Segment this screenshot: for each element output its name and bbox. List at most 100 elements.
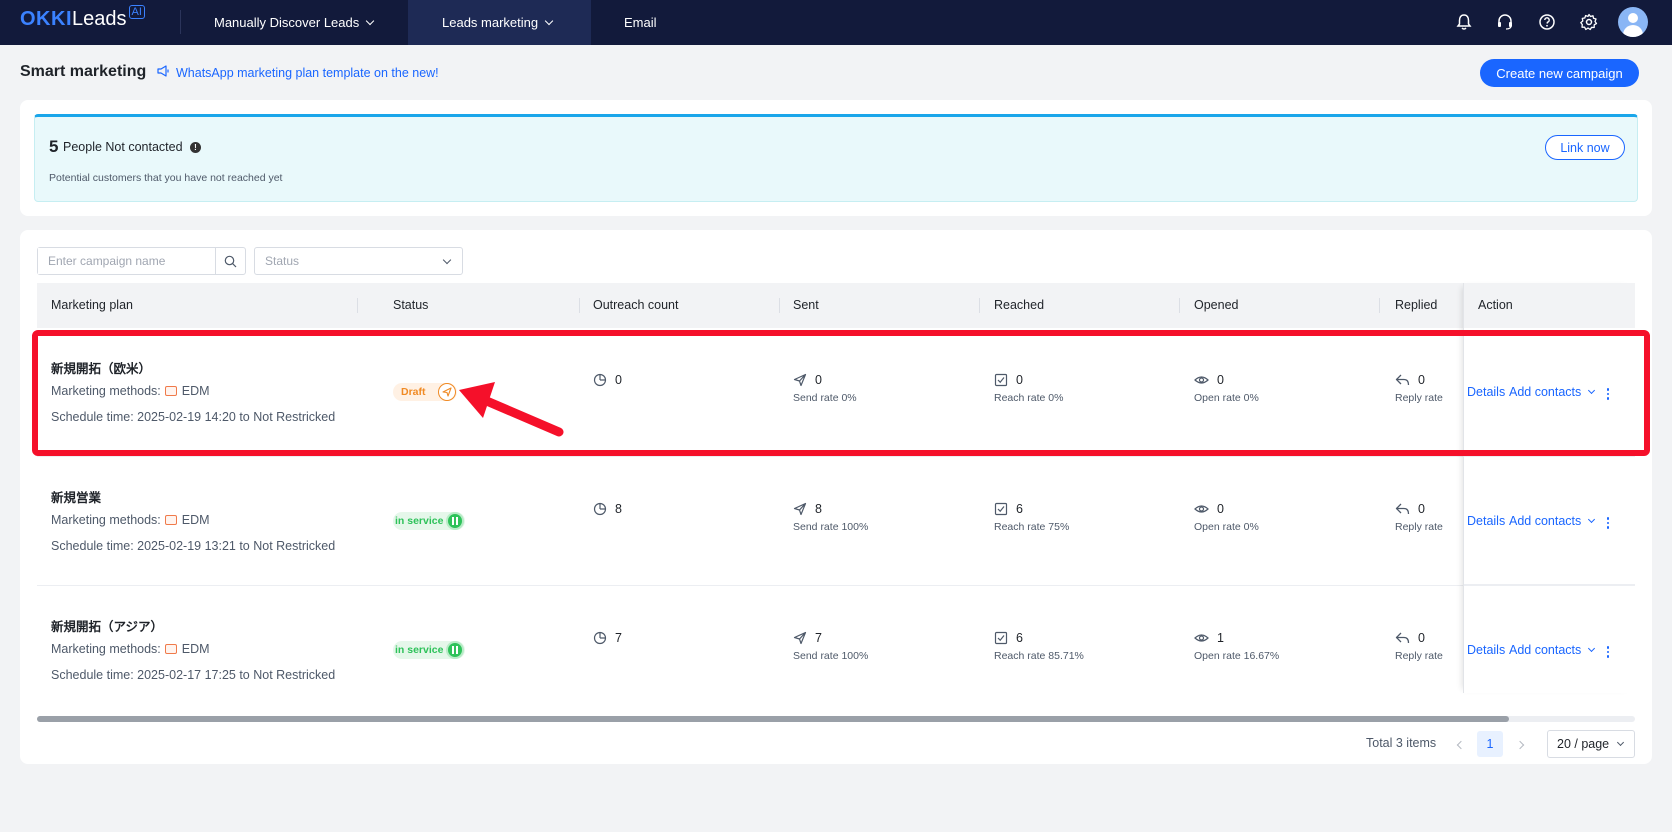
not-contacted-card: 5 People Not contacted ! Potential custo… <box>20 100 1652 216</box>
promo-link[interactable]: WhatsApp marketing plan template on the … <box>157 65 439 80</box>
page-size-value: 20 / page <box>1557 737 1610 751</box>
logo-sub-text: Leads <box>72 8 127 30</box>
sent-metric: 7 Send rate 100% <box>793 630 868 662</box>
add-contacts-label: Add contacts <box>1509 643 1582 657</box>
reached-metric: 6 Reach rate 85.71% <box>994 630 1084 662</box>
nav-item-manually-discover-leads[interactable]: Manually Discover Leads <box>200 0 387 45</box>
chevron-down-icon <box>1588 644 1596 652</box>
annotation-highlight-box <box>32 330 1650 456</box>
replied-metric: 0 Reply rate <box>1395 630 1443 662</box>
email-icon <box>164 515 177 525</box>
status-filter-select[interactable]: Status <box>254 247 463 275</box>
reach-rate: Reach rate 75% <box>994 521 1070 533</box>
not-contacted-subtitle: Potential customers that you have not re… <box>49 172 283 184</box>
nav-item-leads-marketing[interactable]: Leads marketing <box>408 0 591 45</box>
opened-count: 0 <box>1217 502 1224 516</box>
chevron-down-icon <box>544 16 554 25</box>
user-avatar[interactable] <box>1618 7 1648 37</box>
search-button[interactable] <box>215 248 245 274</box>
reply-icon <box>1395 632 1410 644</box>
details-link[interactable]: Details <box>1467 514 1505 528</box>
column-divider <box>579 298 580 313</box>
create-campaign-button[interactable]: Create new campaign <box>1480 59 1639 87</box>
reached-metric: 6 Reach rate 75% <box>994 501 1069 533</box>
bell-icon[interactable] <box>1453 11 1475 33</box>
reply-icon <box>1395 503 1410 515</box>
plan-schedule: Schedule time: 2025-02-17 17:25 to Not R… <box>51 668 336 682</box>
campaign-search-input[interactable] <box>38 248 216 274</box>
plan-method: Marketing methods: EDM <box>51 642 210 656</box>
add-contacts-dropdown[interactable]: Add contacts <box>1509 643 1596 657</box>
top-navigation-bar: OKKI Leads AI Manually Discover Leads Le… <box>0 0 1672 45</box>
method-label: Marketing methods: <box>51 513 161 527</box>
chevron-down-icon <box>442 255 452 265</box>
checkbox-icon <box>994 631 1008 645</box>
nav-item-email[interactable]: Email <box>610 0 671 45</box>
table-row: 新規営業 Marketing methods: EDM Schedule tim… <box>37 457 1635 586</box>
reached-count: 6 <box>1016 631 1023 645</box>
plan-method: Marketing methods: EDM <box>51 513 210 527</box>
status-badge-in-service: in service <box>393 512 465 530</box>
chevron-down-icon <box>1616 738 1625 747</box>
page-number-button[interactable]: 1 <box>1477 731 1503 757</box>
column-divider <box>1179 298 1180 313</box>
method-value: EDM <box>181 513 210 527</box>
horizontal-scrollbar-thumb[interactable] <box>37 716 1509 722</box>
pause-icon[interactable] <box>446 641 464 659</box>
sent-count: 7 <box>815 631 822 645</box>
add-contacts-dropdown[interactable]: Add contacts <box>1509 514 1596 528</box>
add-contacts-label: Add contacts <box>1509 514 1582 528</box>
opened-count: 1 <box>1217 631 1224 645</box>
app-logo[interactable]: OKKI Leads AI <box>20 5 145 36</box>
link-now-button[interactable]: Link now <box>1545 135 1625 160</box>
info-icon[interactable]: ! <box>190 142 201 153</box>
column-header-plan: Marketing plan <box>51 298 133 312</box>
pause-icon[interactable] <box>446 512 464 530</box>
page-size-select[interactable]: 20 / page <box>1547 730 1635 758</box>
status-filter-placeholder: Status <box>265 254 300 268</box>
column-divider <box>779 298 780 313</box>
status-badge-label: in service <box>395 515 444 527</box>
replied-metric: 0 Reply rate <box>1395 501 1443 533</box>
table-row: 新規開拓（アジア） Marketing methods: EDM Schedul… <box>37 586 1635 715</box>
send-rate: Send rate 100% <box>793 650 869 662</box>
outreach-metric: 7 <box>593 630 622 646</box>
pagination-total: Total 3 items <box>1366 736 1437 750</box>
email-icon <box>164 644 177 654</box>
plan-schedule: Schedule time: 2025-02-19 13:21 to Not R… <box>51 539 336 553</box>
campaign-table-card: Status Marketing plan Status Outreach co… <box>20 230 1652 764</box>
replied-count: 0 <box>1418 631 1425 645</box>
not-contacted-count: 5 <box>49 137 59 156</box>
pie-chart-icon <box>593 502 607 516</box>
megaphone-icon <box>157 65 170 80</box>
method-value: EDM <box>181 642 210 656</box>
annotation-arrow-icon <box>459 382 564 437</box>
more-icon[interactable] <box>1606 516 1610 530</box>
next-page-icon[interactable] <box>1515 740 1525 750</box>
column-header-sent: Sent <box>793 298 819 312</box>
plan-name: 新規営業 <box>51 491 102 505</box>
method-label: Marketing methods: <box>51 642 161 656</box>
column-divider <box>979 298 980 313</box>
more-icon[interactable] <box>1606 645 1610 659</box>
nav-divider <box>180 10 181 34</box>
open-rate: Open rate 0% <box>1194 521 1259 533</box>
help-icon[interactable] <box>1536 11 1558 33</box>
reply-rate: Reply rate <box>1395 650 1443 662</box>
reply-rate: Reply rate <box>1395 521 1443 533</box>
table-header: Marketing plan Status Outreach count Sen… <box>37 283 1635 328</box>
page-title: Smart marketing <box>20 63 147 80</box>
nav-item-label: Manually Discover Leads <box>214 15 360 30</box>
status-badge-in-service: in service <box>393 641 465 659</box>
gear-icon[interactable] <box>1578 11 1600 33</box>
avatar-body-shape <box>1623 25 1643 37</box>
previous-page-icon[interactable] <box>1456 740 1466 750</box>
headset-icon[interactable] <box>1494 11 1516 33</box>
column-divider <box>357 298 358 313</box>
details-link[interactable]: Details <box>1467 643 1505 657</box>
column-header-outreach: Outreach count <box>593 298 679 312</box>
outreach-count: 8 <box>615 502 622 516</box>
outreach-count: 7 <box>615 631 622 645</box>
eye-icon <box>1194 505 1209 513</box>
logo-main-text: OKKI <box>20 8 72 30</box>
